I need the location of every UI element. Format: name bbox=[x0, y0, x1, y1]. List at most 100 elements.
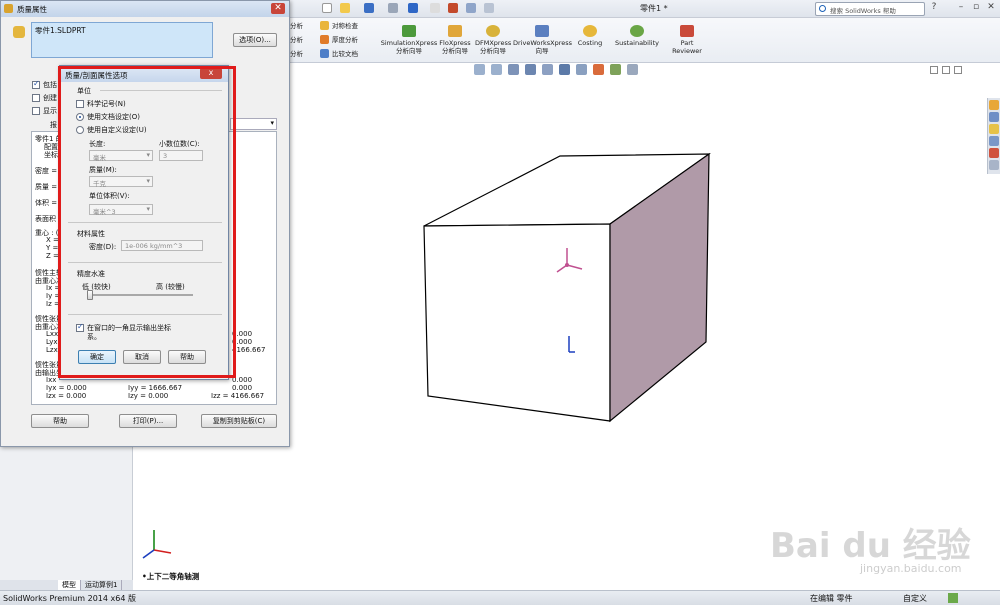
viewport-restore-icon[interactable] bbox=[942, 66, 950, 74]
restore-button[interactable]: ▫ bbox=[970, 2, 982, 14]
close-button[interactable]: x bbox=[200, 68, 222, 79]
viewport-minimize-icon[interactable] bbox=[930, 66, 938, 74]
show-output-axes-checkbox[interactable] bbox=[76, 322, 84, 332]
include-hidden-checkbox[interactable] bbox=[32, 79, 40, 89]
zoom-area-icon[interactable] bbox=[491, 64, 502, 75]
floxpress-button[interactable]: FloXpress 分析向导 bbox=[437, 25, 473, 55]
result-value: Iyy = 1666.667 bbox=[128, 384, 183, 392]
part-reviewer-button[interactable]: Part Reviewer bbox=[668, 25, 706, 55]
open-icon[interactable] bbox=[340, 3, 350, 13]
new-document-icon[interactable] bbox=[322, 3, 332, 13]
result-line: 体积 = bbox=[35, 199, 58, 207]
heads-up-view-toolbar bbox=[474, 64, 638, 78]
create-center-checkbox[interactable] bbox=[32, 94, 40, 102]
ribbon-partial-item[interactable]: 分析 bbox=[290, 34, 303, 44]
result-line: Lzx bbox=[46, 346, 58, 354]
options-button[interactable]: 选项(O)... bbox=[233, 33, 277, 47]
section-view-icon[interactable] bbox=[525, 64, 536, 75]
view-orientation-icon[interactable] bbox=[542, 64, 553, 75]
ribbon-partial-item[interactable]: 分析 bbox=[290, 20, 303, 30]
mass-properties-title: 质量属性 bbox=[17, 5, 47, 14]
hide-show-icon[interactable] bbox=[576, 64, 587, 75]
print-button[interactable]: 打印(P)... bbox=[119, 414, 177, 428]
length-label: 长度: bbox=[89, 140, 106, 148]
display-style-icon[interactable] bbox=[559, 64, 570, 75]
costing-button[interactable]: Costing bbox=[574, 25, 606, 47]
unit-volume-dropdown[interactable]: 毫米^3 bbox=[89, 204, 153, 216]
help-button[interactable]: 帮助 bbox=[31, 414, 89, 428]
use-custom-settings-radio[interactable] bbox=[76, 126, 84, 134]
file-explorer-tab-icon[interactable] bbox=[989, 124, 999, 134]
viewport-close-icon[interactable] bbox=[954, 66, 962, 74]
scene-icon[interactable] bbox=[610, 64, 621, 75]
symmetry-check-button[interactable]: 对称检查 bbox=[320, 20, 358, 30]
selected-items-list[interactable]: 零件1.SLDPRT bbox=[31, 22, 213, 58]
scientific-notation-checkbox[interactable] bbox=[76, 100, 84, 108]
previous-view-icon[interactable] bbox=[508, 64, 519, 75]
flow-icon bbox=[448, 25, 462, 37]
accuracy-slider-thumb[interactable] bbox=[87, 290, 93, 300]
print-icon[interactable] bbox=[388, 3, 398, 13]
cube-front-face[interactable] bbox=[423, 223, 611, 422]
zoom-fit-icon[interactable] bbox=[474, 64, 485, 75]
bottom-tabs: 模型 运动算例1 bbox=[0, 580, 133, 590]
result-line: X = bbox=[46, 236, 59, 244]
status-editing: 在编辑 零件 bbox=[810, 594, 853, 603]
file-properties-icon[interactable] bbox=[466, 3, 476, 13]
accuracy-slider-track[interactable] bbox=[89, 294, 193, 296]
report-coordinate-dropdown[interactable]: ▾ bbox=[230, 118, 277, 130]
density-field[interactable]: 1e-006 kg/mm^3 bbox=[121, 240, 203, 251]
appearances-tab-icon[interactable] bbox=[989, 148, 999, 158]
ribbon-partial-item[interactable]: 分析 bbox=[290, 48, 303, 58]
result-value: Izz = 4166.667 bbox=[211, 392, 265, 400]
watermark-url: jingyan.baidu.com bbox=[860, 562, 962, 575]
sustainability-button[interactable]: Sustainability bbox=[612, 25, 662, 47]
mass-unit-dropdown[interactable]: 千克 bbox=[89, 176, 153, 188]
scientific-notation-label: 科学记号(N) bbox=[87, 100, 126, 108]
thickness-analysis-button[interactable]: 厚度分析 bbox=[320, 34, 358, 44]
dfmxpress-button[interactable]: DFMXpress 分析向导 bbox=[475, 25, 511, 55]
help-button[interactable]: 帮助 bbox=[168, 350, 206, 364]
rebuild-icon[interactable] bbox=[448, 3, 458, 13]
options-gear-icon[interactable] bbox=[484, 3, 494, 13]
copy-to-clipboard-button[interactable]: 复制到剪贴板(C) bbox=[201, 414, 277, 428]
tab-motion-study[interactable]: 运动算例1 bbox=[81, 580, 123, 590]
compare-documents-button[interactable]: 比较文档 bbox=[320, 48, 358, 58]
result-line: Z = bbox=[46, 252, 59, 260]
select-icon[interactable] bbox=[430, 3, 440, 13]
ok-button[interactable]: 确定 bbox=[78, 350, 116, 364]
cancel-button[interactable]: 取消 bbox=[123, 350, 161, 364]
tab-model[interactable]: 模型 bbox=[58, 580, 81, 590]
save-icon[interactable] bbox=[364, 3, 374, 13]
status-help-icon[interactable] bbox=[948, 593, 958, 603]
help-search-input[interactable]: 搜索 SolidWorks 帮助 bbox=[815, 2, 925, 16]
use-document-settings-radio[interactable] bbox=[76, 113, 84, 121]
help-icon[interactable]: ? bbox=[928, 2, 940, 14]
close-button[interactable]: ✕ bbox=[985, 2, 997, 14]
result-value: 0.000 bbox=[232, 330, 253, 338]
viewport-window-controls bbox=[930, 66, 962, 74]
result-value: 0.000 bbox=[232, 384, 253, 392]
minimize-button[interactable]: – bbox=[955, 2, 967, 14]
show-output-checkbox[interactable] bbox=[32, 107, 40, 115]
compare-icon bbox=[320, 48, 329, 58]
driveworksxpress-button[interactable]: DriveWorksXpress 向导 bbox=[513, 25, 572, 55]
status-units[interactable]: 自定义 bbox=[903, 593, 927, 604]
mass-properties-titlebar[interactable]: 质量属性 ✕ bbox=[1, 1, 289, 17]
edit-appearance-icon[interactable] bbox=[593, 64, 604, 75]
options-dialog-titlebar[interactable]: 质量/剖面属性选项 x bbox=[60, 66, 228, 82]
decimal-places-spinner[interactable]: 3 bbox=[159, 150, 203, 161]
close-button[interactable]: ✕ bbox=[271, 3, 285, 14]
custom-properties-tab-icon[interactable] bbox=[989, 160, 999, 170]
result-line: 表面积 bbox=[35, 215, 56, 223]
resources-tab-icon[interactable] bbox=[989, 100, 999, 110]
mass-properties-icon bbox=[4, 4, 13, 13]
simulationxpress-button[interactable]: SimulationXpress 分析向导 bbox=[380, 25, 438, 55]
undo-icon[interactable] bbox=[408, 3, 418, 13]
view-palette-tab-icon[interactable] bbox=[989, 136, 999, 146]
length-unit-dropdown[interactable]: 毫米 bbox=[89, 150, 153, 162]
design-library-tab-icon[interactable] bbox=[989, 112, 999, 122]
result-value: Izy = 0.000 bbox=[128, 392, 169, 400]
mass-section-options-dialog: 质量/剖面属性选项 x 单位 科学记号(N) 使用文档设定(O) 使用自定义设定… bbox=[59, 65, 229, 380]
view-settings-icon[interactable] bbox=[627, 64, 638, 75]
